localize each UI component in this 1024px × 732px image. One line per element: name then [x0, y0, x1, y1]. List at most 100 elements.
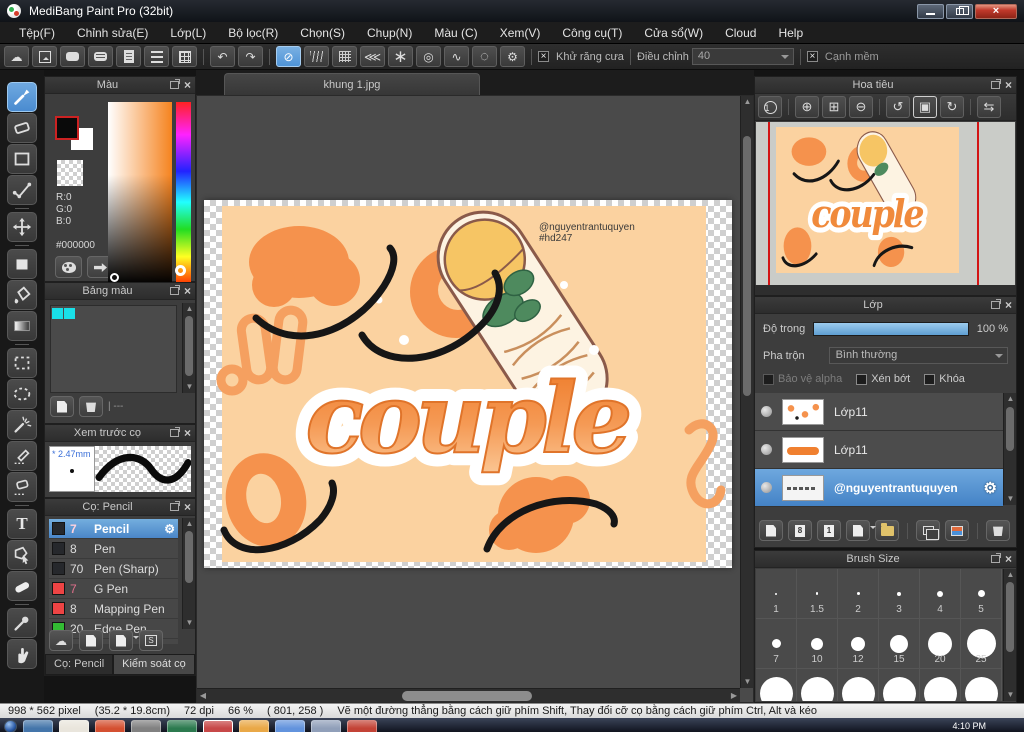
size-option[interactable]: 4: [920, 569, 961, 619]
menu-select[interactable]: Chọn(S): [289, 23, 356, 43]
taskbar-app[interactable]: [167, 720, 197, 732]
menu-window[interactable]: Cửa sổ(W): [633, 23, 714, 43]
lasso-tool[interactable]: [7, 379, 37, 409]
protect-alpha-group[interactable]: Bảo vệ alpha: [763, 373, 842, 385]
scroll-thumb[interactable]: [1006, 582, 1014, 652]
taskbar-app[interactable]: [59, 720, 89, 732]
add-brush-button[interactable]: [79, 630, 103, 651]
opacity-slider[interactable]: [813, 322, 969, 336]
blend-dropdown[interactable]: Bình thường: [828, 347, 1008, 364]
menu-edit[interactable]: Chỉnh sửa(E): [66, 23, 159, 43]
new-1bit-layer-button[interactable]: 1: [817, 520, 841, 541]
background-color-swatch[interactable]: [55, 116, 93, 150]
tab-brush-control[interactable]: Kiểm soát cọ: [113, 654, 195, 675]
taskbar-app[interactable]: [275, 720, 305, 732]
document-tab[interactable]: khung 1.jpg: [224, 73, 480, 95]
rotate-right-button[interactable]: ↻: [940, 96, 964, 118]
scroll-right-icon[interactable]: ▶: [728, 689, 740, 703]
download-brush-button[interactable]: ☁: [49, 630, 73, 651]
scroll-down-icon[interactable]: ▼: [183, 381, 196, 393]
canvas-document[interactable]: @nguyentrantuquyen #hd247 couple couple: [204, 200, 732, 568]
taskbar-app[interactable]: [311, 720, 341, 732]
undo-button[interactable]: ↶: [210, 46, 235, 67]
size-option[interactable]: 1.5: [797, 569, 838, 619]
tab-brush-list[interactable]: Cọ: Pencil: [45, 654, 114, 675]
menu-snap[interactable]: Chụp(N): [356, 23, 423, 43]
brush-tool[interactable]: [7, 82, 37, 112]
foreground-color-swatch[interactable]: [55, 116, 79, 140]
palette-scrollbar[interactable]: ▲ ▼: [182, 303, 195, 393]
panel-close-icon[interactable]: ×: [1005, 299, 1012, 311]
brush-row-pen-sharp[interactable]: 70 Pen (Sharp): [49, 559, 178, 579]
layer-visible-icon[interactable]: [761, 444, 772, 455]
layer-row-selected[interactable]: @nguyentrantuquyen ⚙: [755, 469, 1003, 507]
new-folder-button[interactable]: [875, 520, 899, 541]
close-button[interactable]: ×: [975, 3, 1017, 19]
scroll-down-icon[interactable]: ▼: [1004, 689, 1016, 701]
snap-off-button[interactable]: ⊘: [276, 46, 301, 67]
zoom-in-button[interactable]: ⊕: [795, 96, 819, 118]
size-option[interactable]: 7: [756, 619, 797, 669]
transparent-color-swatch[interactable]: [57, 160, 83, 186]
polyline-tool[interactable]: [7, 175, 37, 205]
zoom-actual-button[interactable]: 1: [758, 96, 782, 118]
shape-operate-tool[interactable]: [7, 540, 37, 570]
menu-layer[interactable]: Lớp(L): [159, 23, 217, 43]
document-button[interactable]: [116, 46, 141, 67]
canvas-artwork[interactable]: @nguyentrantuquyen #hd247 couple couple: [204, 200, 732, 568]
brush-row-gpen[interactable]: 7 G Pen: [49, 579, 178, 599]
zoom-out-button[interactable]: ⊖: [849, 96, 873, 118]
snap-ellipse-button[interactable]: ◌: [472, 46, 497, 67]
fill-rect-tool[interactable]: [7, 249, 37, 279]
palette-swatch[interactable]: [52, 308, 63, 319]
add-palette-color-button[interactable]: [50, 396, 74, 417]
layer-visible-icon[interactable]: [761, 482, 772, 493]
size-option[interactable]: 5: [961, 569, 1002, 619]
popout-icon[interactable]: [169, 427, 180, 437]
antialias-checkbox[interactable]: ×: [538, 51, 549, 62]
menu-color[interactable]: Màu (C): [423, 23, 488, 43]
snap-radial-button[interactable]: ∗: [388, 46, 413, 67]
popout-icon[interactable]: [169, 285, 180, 295]
bucket-tool[interactable]: [7, 280, 37, 310]
text-tool[interactable]: T: [7, 509, 37, 539]
minimize-button[interactable]: [917, 3, 944, 19]
brush-script-button[interactable]: S: [139, 630, 163, 651]
size-option[interactable]: 15: [879, 619, 920, 669]
scroll-thumb[interactable]: [402, 691, 532, 701]
panel-close-icon[interactable]: ×: [184, 427, 191, 439]
comment-list-button[interactable]: [88, 46, 113, 67]
palette-swatch-area[interactable]: [50, 305, 177, 393]
scroll-down-icon[interactable]: ▼: [1004, 493, 1017, 505]
redo-button[interactable]: ↷: [238, 46, 263, 67]
snap-vanishing-button[interactable]: ⋘: [360, 46, 385, 67]
snap-curve-button[interactable]: ∿: [444, 46, 469, 67]
size-option[interactable]: [961, 669, 1002, 701]
panel-close-icon[interactable]: ×: [184, 501, 191, 513]
new-layer-button[interactable]: [759, 520, 783, 541]
saturation-value-picker[interactable]: [108, 102, 172, 284]
popout-icon[interactable]: [990, 299, 1001, 309]
hand-tool[interactable]: [7, 639, 37, 669]
menu-help[interactable]: Help: [767, 23, 814, 43]
taskbar-app[interactable]: [347, 720, 377, 732]
brush-settings-gear-icon[interactable]: ⚙: [164, 522, 175, 536]
menu-tools[interactable]: Công cụ(T): [551, 23, 633, 43]
navigator-preview[interactable]: couple couple: [756, 122, 1015, 285]
new-8bit-layer-button[interactable]: 8: [788, 520, 812, 541]
taskbar-app[interactable]: [95, 720, 125, 732]
soft-eraser-tool[interactable]: [7, 571, 37, 601]
add-brush-menu-button[interactable]: [109, 630, 139, 651]
size-option[interactable]: 2: [838, 569, 879, 619]
scroll-up-icon[interactable]: ▲: [1004, 569, 1016, 581]
popout-icon[interactable]: [169, 79, 180, 89]
comment-button[interactable]: [60, 46, 85, 67]
panel-close-icon[interactable]: ×: [184, 285, 191, 297]
scroll-left-icon[interactable]: ◀: [197, 689, 209, 703]
eraser-tool[interactable]: [7, 113, 37, 143]
size-option[interactable]: 3: [879, 569, 920, 619]
size-option[interactable]: 25: [961, 619, 1002, 669]
scroll-up-icon[interactable]: ▲: [1004, 393, 1017, 405]
layer-row[interactable]: Lớp11: [755, 431, 1003, 469]
layer-row[interactable]: Lớp11: [755, 393, 1003, 431]
